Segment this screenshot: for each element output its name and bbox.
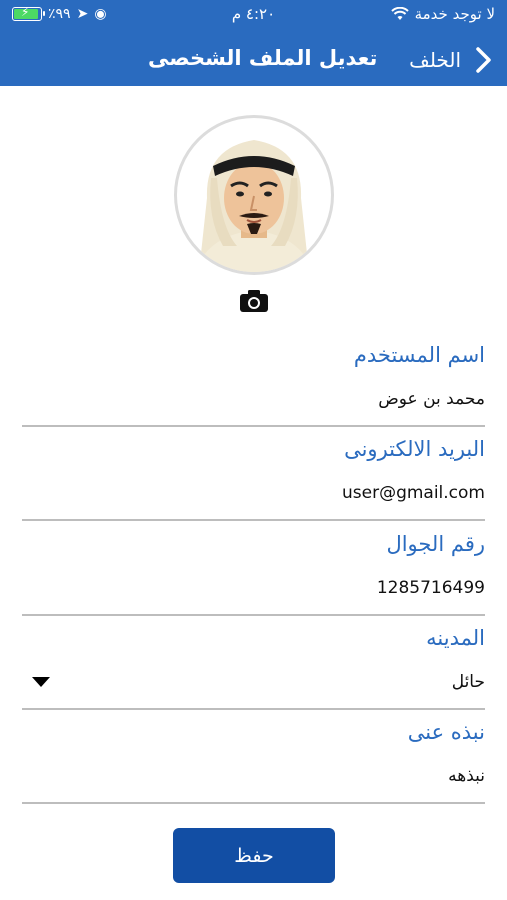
divider (22, 708, 485, 710)
username-value[interactable]: محمد بن عوض (378, 389, 485, 409)
city-value[interactable]: حائل (452, 672, 485, 692)
user-avatar-illustration (195, 140, 313, 272)
city-label: المدينه (426, 626, 485, 650)
edit-profile-screen: ⚡ ٪٩٩ ➤ ◉ ٤:٢٠ م لا توجد خدمة الخلف تعدي… (0, 0, 507, 900)
avatar[interactable] (174, 115, 334, 275)
bio-label: نبذه عنى (407, 720, 485, 744)
camera-icon[interactable] (239, 289, 269, 313)
chevron-right-icon (476, 47, 491, 73)
back-label: الخلف (409, 48, 461, 72)
bio-value[interactable]: نبذهه (448, 766, 485, 786)
divider (22, 425, 485, 427)
page-title: تعديل الملف الشخصى (148, 46, 378, 70)
status-bar: ⚡ ٪٩٩ ➤ ◉ ٤:٢٠ م لا توجد خدمة (0, 0, 507, 34)
divider (22, 614, 485, 616)
dropdown-arrow-icon[interactable] (32, 676, 50, 688)
carrier-text: لا توجد خدمة (414, 5, 495, 23)
nav-bar: الخلف تعديل الملف الشخصى (0, 34, 507, 86)
back-button[interactable]: الخلف (409, 42, 495, 78)
phone-value[interactable]: 1285716499 (377, 578, 485, 598)
email-label: البريد الالكترونى (344, 437, 485, 461)
email-value[interactable]: user@gmail.com (342, 483, 485, 503)
divider (22, 519, 485, 521)
wifi-icon (390, 7, 409, 20)
phone-label: رقم الجوال (386, 532, 485, 556)
save-button[interactable]: حفظ (173, 828, 335, 883)
status-right: لا توجد خدمة (390, 5, 495, 23)
divider (22, 802, 485, 804)
username-label: اسم المستخدم (353, 343, 485, 367)
